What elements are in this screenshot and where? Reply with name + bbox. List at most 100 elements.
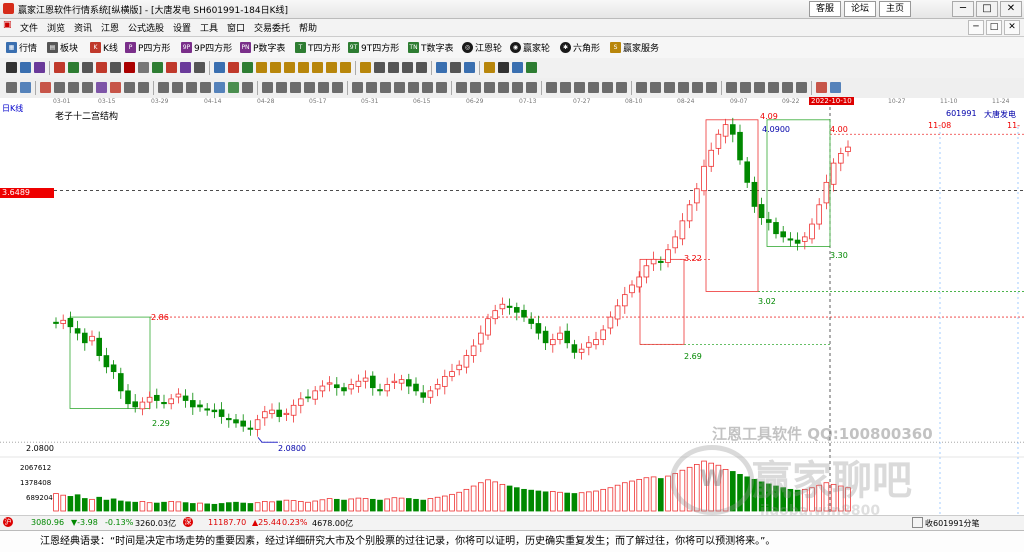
drawing-tool-icon[interactable]	[68, 62, 79, 73]
drawing-tool-icon[interactable]	[360, 62, 371, 73]
drawing-tool-icon[interactable]	[242, 62, 253, 73]
number-table-p-button[interactable]: PN P数字表	[240, 41, 285, 54]
analysis-tool-icon[interactable]	[636, 82, 647, 93]
menu-window[interactable]: 窗口	[227, 21, 245, 34]
menu-settings[interactable]: 设置	[173, 21, 191, 34]
analysis-tool-icon[interactable]	[172, 82, 183, 93]
analysis-tool-icon[interactable]	[782, 82, 793, 93]
homepage-link[interactable]: 主页	[879, 1, 912, 17]
drawing-tool-icon[interactable]	[312, 62, 323, 73]
analysis-tool-icon[interactable]	[262, 82, 273, 93]
analysis-tool-icon[interactable]	[706, 82, 717, 93]
support-link[interactable]: 客服	[809, 1, 842, 17]
maximize-button[interactable]: □	[976, 1, 998, 17]
analysis-tool-icon[interactable]	[740, 82, 751, 93]
drawing-tool-icon[interactable]	[228, 62, 239, 73]
menu-info[interactable]: 资讯	[74, 21, 92, 34]
drawing-tool-icon[interactable]	[388, 62, 399, 73]
analysis-tool-icon[interactable]	[408, 82, 419, 93]
analysis-tool-icon[interactable]	[726, 82, 737, 93]
drawing-tool-icon[interactable]	[256, 62, 267, 73]
menu-tools[interactable]: 工具	[200, 21, 218, 34]
analysis-tool-icon[interactable]	[200, 82, 211, 93]
analysis-tool-icon[interactable]	[546, 82, 557, 93]
analysis-tool-icon[interactable]	[304, 82, 315, 93]
analysis-tool-icon[interactable]	[352, 82, 363, 93]
analysis-tool-icon[interactable]	[664, 82, 675, 93]
drawing-tool-icon[interactable]	[34, 62, 45, 73]
analysis-tool-icon[interactable]	[526, 82, 537, 93]
analysis-tool-icon[interactable]	[158, 82, 169, 93]
analysis-tool-icon[interactable]	[82, 82, 93, 93]
drawing-tool-icon[interactable]	[526, 62, 537, 73]
analysis-tool-icon[interactable]	[242, 82, 253, 93]
analysis-tool-icon[interactable]	[394, 82, 405, 93]
drawing-tool-icon[interactable]	[270, 62, 281, 73]
square-p-button[interactable]: P P四方形	[125, 41, 170, 54]
winner-wheel-button[interactable]: ◉ 赢家轮	[510, 41, 550, 54]
analysis-tool-icon[interactable]	[616, 82, 627, 93]
drawing-tool-icon[interactable]	[82, 62, 93, 73]
analysis-tool-icon[interactable]	[276, 82, 287, 93]
analysis-tool-icon[interactable]	[366, 82, 377, 93]
hexagon-button[interactable]: ✱ 六角形	[560, 41, 600, 54]
drawing-tool-icon[interactable]	[464, 62, 475, 73]
analysis-tool-icon[interactable]	[380, 82, 391, 93]
analysis-tool-icon[interactable]	[422, 82, 433, 93]
square-9t-button[interactable]: 9T 9T四方形	[348, 41, 399, 54]
drawing-tool-icon[interactable]	[326, 62, 337, 73]
analysis-tool-icon[interactable]	[96, 82, 107, 93]
drawing-tool-icon[interactable]	[416, 62, 427, 73]
analysis-tool-icon[interactable]	[588, 82, 599, 93]
drawing-tool-icon[interactable]	[194, 62, 205, 73]
analysis-tool-icon[interactable]	[214, 82, 225, 93]
analysis-tool-icon[interactable]	[574, 82, 585, 93]
analysis-tool-icon[interactable]	[796, 82, 807, 93]
drawing-tool-icon[interactable]	[402, 62, 413, 73]
analysis-tool-icon[interactable]	[20, 82, 31, 93]
drawing-tool-icon[interactable]	[180, 62, 191, 73]
analysis-tool-icon[interactable]	[318, 82, 329, 93]
drawing-tool-icon[interactable]	[436, 62, 447, 73]
menu-trade[interactable]: 交易委托	[254, 21, 290, 34]
drawing-tool-icon[interactable]	[6, 62, 17, 73]
number-table-t-button[interactable]: TN T数字表	[408, 41, 454, 54]
drawing-tool-icon[interactable]	[124, 62, 135, 73]
analysis-tool-icon[interactable]	[54, 82, 65, 93]
close-button[interactable]: ✕	[1000, 1, 1022, 17]
menu-formula[interactable]: 公式选股	[128, 21, 164, 34]
drawing-tool-icon[interactable]	[20, 62, 31, 73]
analysis-tool-icon[interactable]	[110, 82, 121, 93]
kline-button[interactable]: K K线	[90, 41, 118, 54]
analysis-tool-icon[interactable]	[470, 82, 481, 93]
doc-minimize-button[interactable]: ─	[968, 20, 984, 35]
service-button[interactable]: S 赢家服务	[610, 41, 659, 54]
analysis-tool-icon[interactable]	[678, 82, 689, 93]
trade-detail-link[interactable]: 收601991分笔	[925, 518, 980, 529]
analysis-tool-icon[interactable]	[290, 82, 301, 93]
analysis-tool-icon[interactable]	[456, 82, 467, 93]
analysis-tool-icon[interactable]	[602, 82, 613, 93]
analysis-tool-icon[interactable]	[138, 82, 149, 93]
analysis-tool-icon[interactable]	[68, 82, 79, 93]
drawing-tool-icon[interactable]	[214, 62, 225, 73]
analysis-tool-icon[interactable]	[692, 82, 703, 93]
drawing-tool-icon[interactable]	[498, 62, 509, 73]
analysis-tool-icon[interactable]	[816, 82, 827, 93]
analysis-tool-icon[interactable]	[228, 82, 239, 93]
analysis-tool-icon[interactable]	[768, 82, 779, 93]
drawing-tool-icon[interactable]	[54, 62, 65, 73]
drawing-tool-icon[interactable]	[374, 62, 385, 73]
sector-button[interactable]: ▤ 板块	[47, 41, 78, 54]
menu-browse[interactable]: 浏览	[47, 21, 65, 34]
drawing-tool-icon[interactable]	[484, 62, 495, 73]
forum-link[interactable]: 论坛	[844, 1, 877, 17]
menu-gann[interactable]: 江恩	[101, 21, 119, 34]
analysis-tool-icon[interactable]	[484, 82, 495, 93]
drawing-tool-icon[interactable]	[284, 62, 295, 73]
drawing-tool-icon[interactable]	[340, 62, 351, 73]
drawing-tool-icon[interactable]	[138, 62, 149, 73]
drawing-tool-icon[interactable]	[152, 62, 163, 73]
analysis-tool-icon[interactable]	[754, 82, 765, 93]
square-t-button[interactable]: T T四方形	[295, 41, 341, 54]
